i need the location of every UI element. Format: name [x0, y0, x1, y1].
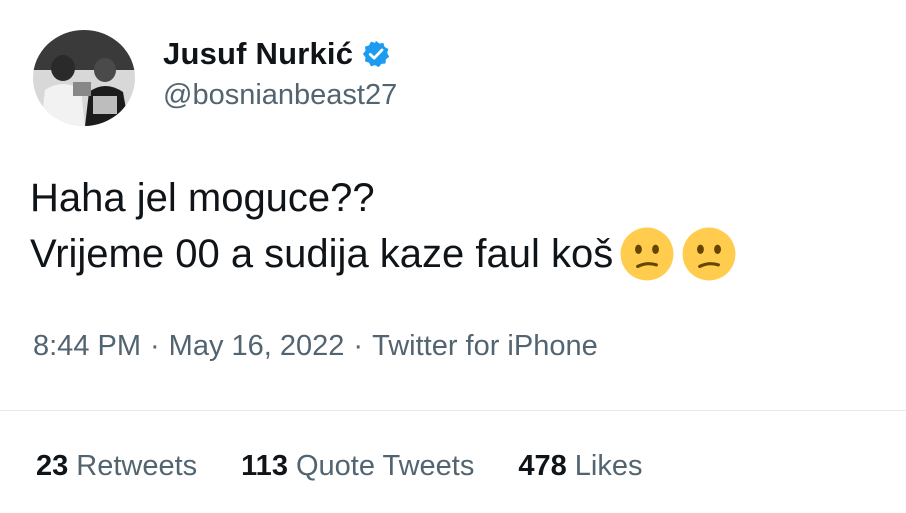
tweet-text: Haha jel moguce?? Vrijeme 00 a sudija ka…: [30, 170, 737, 282]
confused-face-emoji-icon: [681, 226, 737, 282]
tweet-time[interactable]: 8:44 PM: [33, 330, 141, 362]
tweet-text-line-1: Haha jel moguce??: [30, 170, 737, 226]
tweet-line-1: Haha jel moguce??: [30, 176, 375, 220]
divider: [0, 410, 906, 411]
name-row: Jusuf Nurkić: [163, 34, 397, 74]
tweet-text-line-2: Vrijeme 00 a sudija kaze faul koš: [30, 226, 737, 282]
tweet-date[interactable]: May 16, 2022: [169, 330, 345, 362]
tweet-meta: 8:44 PM · May 16, 2022 · Twitter for iPhone: [33, 330, 598, 363]
likes-count: 478: [518, 450, 567, 482]
verified-badge-icon: [361, 39, 391, 69]
author-names: Jusuf Nurkić @bosnianbeast27: [163, 34, 397, 112]
confused-face-emoji-icon: [619, 226, 675, 282]
author-handle[interactable]: @bosnianbeast27: [163, 79, 397, 112]
quote-tweets-label: Quote Tweets: [295, 450, 475, 482]
avatar[interactable]: [33, 30, 135, 126]
tweet-line-2: Vrijeme 00 a sudija kaze faul koš: [30, 232, 614, 276]
meta-separator: ·: [150, 330, 160, 362]
tweet-source[interactable]: Twitter for iPhone: [372, 330, 598, 362]
meta-separator: ·: [353, 330, 364, 362]
quote-tweets-stat[interactable]: 113 Quote Tweets: [241, 450, 474, 483]
retweets-label: Retweets: [76, 450, 198, 482]
display-name[interactable]: Jusuf Nurkić: [163, 36, 353, 72]
tweet-header: Jusuf Nurkić @bosnianbeast27: [33, 30, 397, 126]
retweets-stat[interactable]: 23 Retweets: [36, 450, 197, 483]
quote-tweets-count: 113: [241, 450, 288, 482]
likes-stat[interactable]: 478 Likes: [518, 450, 642, 483]
tweet-card: Jusuf Nurkić @bosnianbeast27 Haha jel mo…: [0, 0, 906, 513]
likes-label: Likes: [574, 450, 643, 482]
retweets-count: 23: [36, 450, 69, 482]
avatar-photo: [33, 30, 135, 126]
tweet-stats: 23 Retweets 113 Quote Tweets 478 Likes: [36, 450, 686, 483]
